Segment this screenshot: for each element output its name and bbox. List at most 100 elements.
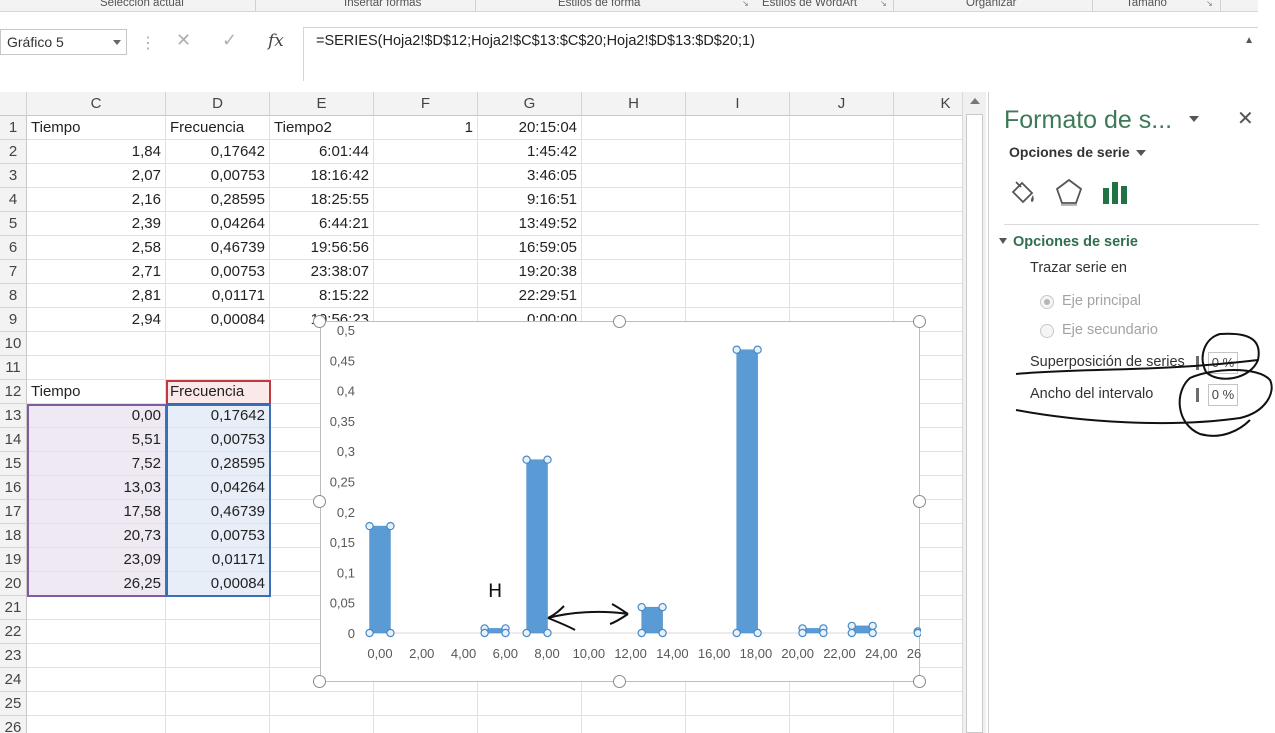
cell-h6[interactable]	[582, 236, 686, 260]
name-box[interactable]: Gráfico 5	[0, 29, 127, 55]
bar-selection-handle[interactable]	[732, 628, 741, 638]
cell-d21[interactable]	[166, 596, 270, 620]
series-options-section[interactable]: Opciones de serie	[999, 234, 1138, 250]
cell-c3[interactable]: 2,07	[27, 164, 166, 188]
cell-d6[interactable]: 0,46739	[166, 236, 270, 260]
bar-selection-handle[interactable]	[847, 628, 856, 638]
row-header-10[interactable]: 10	[0, 332, 27, 356]
cell-f5[interactable]	[374, 212, 478, 236]
cell-i5[interactable]	[686, 212, 790, 236]
cell-k26[interactable]	[894, 716, 962, 733]
bar-selection-handle[interactable]	[637, 628, 646, 638]
bar-selection-handle[interactable]	[868, 621, 877, 631]
chart-plot[interactable]: 0 0,05 0,1 0,15 0,2 0,25 0,3 0,35 0,4 0,45 0,5 0,00…	[321, 322, 921, 683]
cell-k5[interactable]	[894, 212, 962, 236]
row-header-5[interactable]: 5	[0, 212, 27, 236]
cell-c13[interactable]: 0,00	[27, 404, 166, 428]
bar-selection-handle[interactable]	[365, 628, 374, 638]
cell-h5[interactable]	[582, 212, 686, 236]
bar-selection-handle[interactable]	[501, 628, 510, 638]
cell-f3[interactable]	[374, 164, 478, 188]
cell-h3[interactable]	[582, 164, 686, 188]
cell-c24[interactable]	[27, 668, 166, 692]
cell-i8[interactable]	[686, 284, 790, 308]
cancel-icon[interactable]: ✕	[176, 30, 191, 51]
vertical-scrollbar[interactable]	[962, 92, 986, 733]
cell-c8[interactable]: 2,81	[27, 284, 166, 308]
series-options-icon[interactable]	[1099, 176, 1131, 208]
row-header-26[interactable]: 26	[0, 716, 27, 733]
bar-3[interactable]	[641, 606, 663, 634]
cell-g26[interactable]	[478, 716, 582, 733]
bar-selection-handle[interactable]	[658, 602, 667, 612]
bar-4[interactable]	[736, 349, 758, 634]
row-header-11[interactable]: 11	[0, 356, 27, 380]
column-header-g[interactable]: G	[478, 92, 582, 116]
cell-d2[interactable]: 0,17642	[166, 140, 270, 164]
cell-h26[interactable]	[582, 716, 686, 733]
cell-k1[interactable]	[894, 116, 962, 140]
bar-selection-handle[interactable]	[868, 628, 877, 638]
cell-j25[interactable]	[790, 692, 894, 716]
row-header-3[interactable]: 3	[0, 164, 27, 188]
row-header-22[interactable]: 22	[0, 620, 27, 644]
cell-d8[interactable]: 0,01171	[166, 284, 270, 308]
cell-i26[interactable]	[686, 716, 790, 733]
row-header-1[interactable]: 1	[0, 116, 27, 140]
bar-selection-handle[interactable]	[522, 628, 531, 638]
cell-c4[interactable]: 2,16	[27, 188, 166, 212]
chart-resize-handle-top[interactable]	[613, 315, 626, 328]
cell-e26[interactable]	[270, 716, 374, 733]
cell-h25[interactable]	[582, 692, 686, 716]
cell-f8[interactable]	[374, 284, 478, 308]
cell-e3[interactable]: 18:16:42	[270, 164, 374, 188]
cell-g2[interactable]: 1:45:42	[478, 140, 582, 164]
bar-0[interactable]	[369, 525, 391, 634]
cell-d7[interactable]: 0,00753	[166, 260, 270, 284]
series-options-dropdown[interactable]: Opciones de serie	[1009, 144, 1146, 160]
wordart-launcher-icon[interactable]: ↘	[880, 0, 887, 8]
cell-i1[interactable]	[686, 116, 790, 140]
bar-2[interactable]	[526, 459, 548, 634]
cell-d23[interactable]	[166, 644, 270, 668]
cell-k6[interactable]	[894, 236, 962, 260]
shape-styles-launcher-icon[interactable]: ↘	[742, 0, 749, 8]
cell-d17[interactable]: 0,46739	[166, 500, 270, 524]
row-header-8[interactable]: 8	[0, 284, 27, 308]
cell-g3[interactable]: 3:46:05	[478, 164, 582, 188]
cell-i3[interactable]	[686, 164, 790, 188]
row-header-6[interactable]: 6	[0, 236, 27, 260]
column-header-j[interactable]: J	[790, 92, 894, 116]
primary-axis-radio-dot[interactable]	[1040, 295, 1054, 309]
cell-e2[interactable]: 6:01:44	[270, 140, 374, 164]
column-header-h[interactable]: H	[582, 92, 686, 116]
cell-c15[interactable]: 7,52	[27, 452, 166, 476]
gap-width-input[interactable]: 0 %	[1208, 384, 1238, 406]
cell-j3[interactable]	[790, 164, 894, 188]
row-header-7[interactable]: 7	[0, 260, 27, 284]
cell-e1[interactable]: Tiempo2	[270, 116, 374, 140]
bar-selection-handle[interactable]	[819, 628, 828, 638]
cell-e7[interactable]: 23:38:07	[270, 260, 374, 284]
cell-f26[interactable]	[374, 716, 478, 733]
cell-j2[interactable]	[790, 140, 894, 164]
row-header-12[interactable]: 12	[0, 380, 27, 404]
scroll-up-icon[interactable]	[970, 98, 980, 104]
chart-resize-handle-bottom-right[interactable]	[913, 675, 926, 688]
cell-k4[interactable]	[894, 188, 962, 212]
cell-j8[interactable]	[790, 284, 894, 308]
size-launcher-icon[interactable]: ↘	[1206, 0, 1213, 8]
bar-selection-handle[interactable]	[386, 521, 395, 531]
row-header-13[interactable]: 13	[0, 404, 27, 428]
cell-i4[interactable]	[686, 188, 790, 212]
cell-g7[interactable]: 19:20:38	[478, 260, 582, 284]
chart-resize-handle-top-right[interactable]	[913, 315, 926, 328]
bar-selection-handle[interactable]	[365, 521, 374, 531]
bar-selection-handle[interactable]	[386, 628, 395, 638]
cell-c26[interactable]	[27, 716, 166, 733]
select-all-corner[interactable]	[0, 92, 27, 116]
cell-g6[interactable]: 16:59:05	[478, 236, 582, 260]
row-header-25[interactable]: 25	[0, 692, 27, 716]
chart-resize-handle-top-left[interactable]	[313, 315, 326, 328]
cell-c9[interactable]: 2,94	[27, 308, 166, 332]
